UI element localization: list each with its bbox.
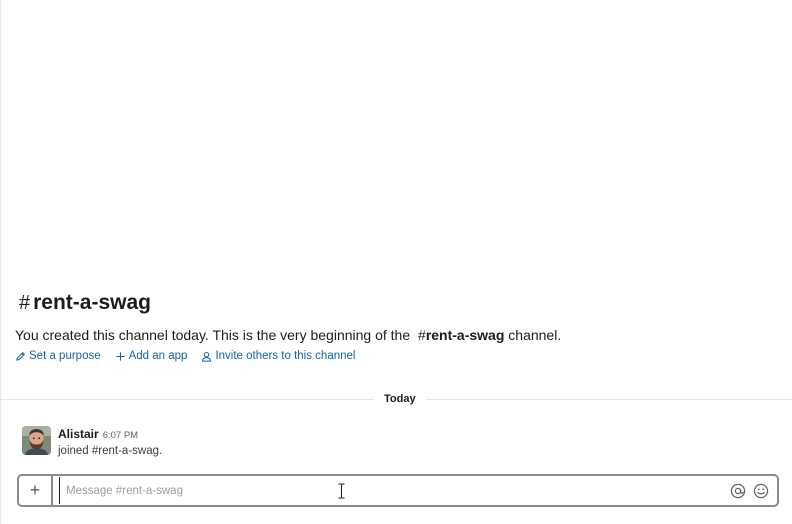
text-cursor-icon [338, 483, 345, 499]
pencil-icon [16, 351, 25, 361]
channel-reference-name: rent-a-swag [425, 327, 505, 343]
channel-intro: # rent-a-swag You created this channel t… [15, 289, 782, 362]
message-body: Alistair 6:07 PM joined #rent-a-swag. [58, 427, 162, 457]
plus-icon [115, 351, 125, 361]
attach-plus-icon: + [29, 480, 41, 500]
message-author[interactable]: Alistair [58, 427, 99, 441]
message-composer: + [17, 474, 779, 507]
channel-view: # rent-a-swag You created this channel t… [0, 0, 792, 524]
channel-name: rent-a-swag [33, 291, 151, 314]
intro-text: You created this channel today. This is … [15, 327, 411, 343]
set-purpose-label: Set a purpose [29, 350, 101, 362]
channel-description: You created this channel today. This is … [15, 326, 782, 344]
attach-button[interactable]: + [19, 476, 53, 505]
invite-others-link[interactable]: Invite others to this channel [201, 350, 355, 362]
composer-icons [730, 483, 769, 499]
channel-title: # rent-a-swag [19, 289, 782, 317]
message-input[interactable] [59, 477, 730, 504]
avatar-image [22, 426, 51, 455]
message-item: Alistair 6:07 PM joined #rent-a-swag. [22, 426, 782, 457]
at-icon[interactable] [730, 483, 746, 499]
day-divider-label[interactable]: Today [374, 392, 426, 406]
emoji-icon[interactable] [753, 483, 769, 499]
add-app-label: Add an app [128, 350, 188, 362]
channel-reference[interactable]: #rent-a-swag [418, 327, 504, 343]
message-header: Alistair 6:07 PM [58, 427, 162, 441]
message-text: joined #rent-a-swag. [58, 445, 163, 457]
set-purpose-link[interactable]: Set a purpose [15, 350, 101, 362]
channel-hash: # [19, 291, 31, 314]
add-app-link[interactable]: Add an app [115, 350, 188, 362]
invite-others-label: Invite others to this channel [215, 350, 356, 362]
intro-suffix: channel. [504, 327, 562, 343]
user-avatar[interactable] [22, 426, 51, 455]
person-icon [202, 351, 212, 362]
message-timestamp[interactable]: 6:07 PM [103, 430, 138, 441]
channel-actions: Set a purpose Add an app Invite others t… [15, 350, 782, 362]
channel-reference-hash: # [418, 327, 426, 343]
